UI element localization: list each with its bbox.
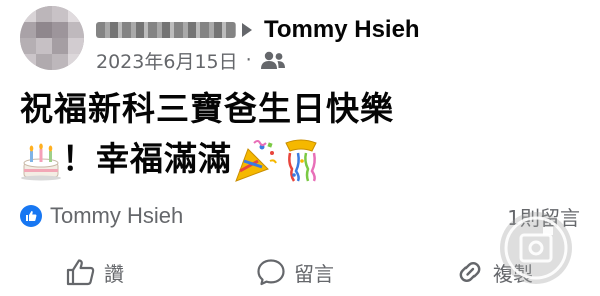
like-button[interactable]: 讚 xyxy=(66,258,124,287)
comment-button-label: 留言 xyxy=(294,261,334,286)
comment-button[interactable]: 留言 xyxy=(256,258,334,287)
link-icon xyxy=(459,262,481,282)
like-button-label: 讚 xyxy=(104,261,124,286)
thumbs-up-outline-icon xyxy=(66,259,95,286)
post-text-line-2: ！幸福滿滿 xyxy=(20,134,590,184)
arrow-right-icon xyxy=(242,23,252,37)
avatar[interactable] xyxy=(20,6,84,70)
obscured-author-name[interactable] xyxy=(96,22,236,38)
meta-separator: · xyxy=(245,49,252,71)
friends-icon xyxy=(260,51,285,69)
post-date[interactable]: 2023年6月15日 xyxy=(96,47,238,74)
post-meta: 2023年6月15日 · xyxy=(96,46,286,74)
post-header: Tommy Hsieh xyxy=(96,14,420,46)
post-text-line-1: 祝福新科三寶爸生日快樂 xyxy=(20,89,394,128)
thumbs-up-icon xyxy=(20,205,42,227)
post-body: 祝福新科三寶爸生日快樂 ！幸福滿滿 xyxy=(20,84,590,184)
comment-icon xyxy=(257,259,285,286)
post-text-line-2-text: ！幸福滿滿 xyxy=(62,139,232,178)
reactor-name[interactable]: Tommy Hsieh xyxy=(50,203,183,229)
birthday-cake-icon xyxy=(21,143,61,180)
party-popper-icon xyxy=(235,139,277,182)
reactions-summary: Tommy Hsieh 1則留言 xyxy=(20,200,580,232)
confetti-ball-icon xyxy=(285,139,317,182)
page-name[interactable]: Tommy Hsieh xyxy=(264,16,420,44)
watermark-seal xyxy=(500,212,572,284)
